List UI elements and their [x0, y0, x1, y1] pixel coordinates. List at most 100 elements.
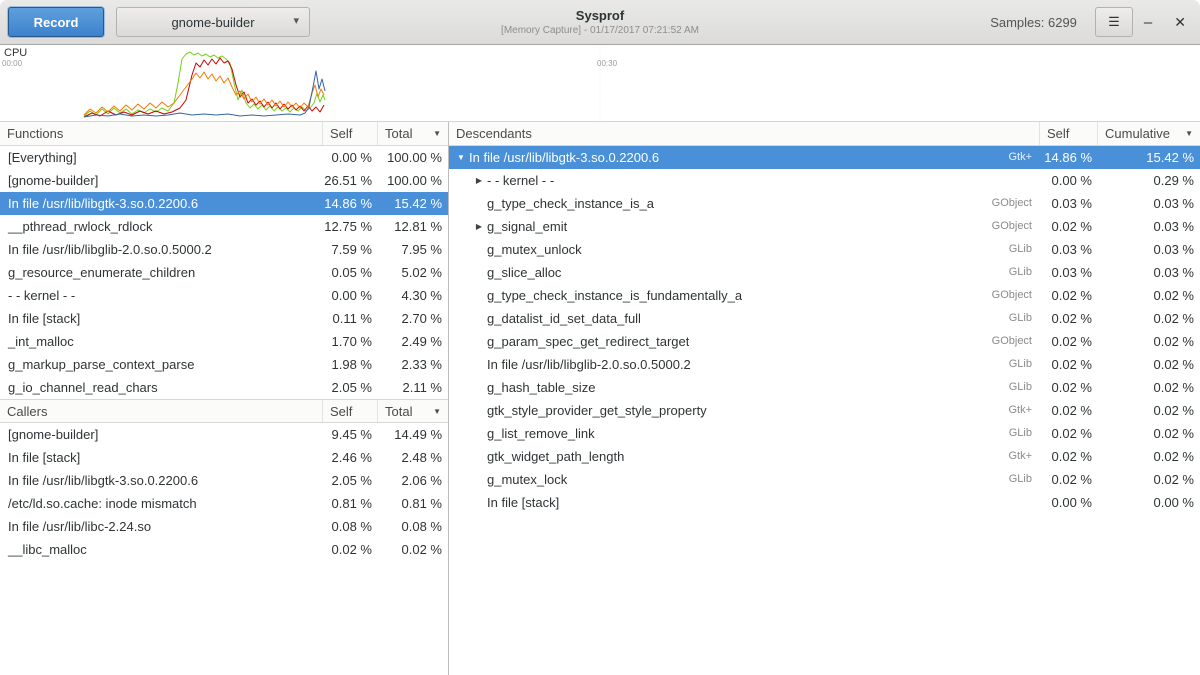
function-name: In file /usr/lib/libglib-2.0.so.0.5000.2 — [487, 353, 691, 376]
tree-row[interactable]: ▶g_signal_emitGObject0.02 %0.03 % — [449, 215, 1200, 238]
functions-table-header: Functions Self Total ▼ — [0, 122, 448, 146]
table-row[interactable]: [gnome-builder]9.45 %14.49 % — [0, 423, 448, 446]
self-value: 2.05 % — [323, 469, 378, 492]
table-row[interactable]: g_resource_enumerate_children0.05 %5.02 … — [0, 261, 448, 284]
tree-row[interactable]: g_mutex_lockGLib0.02 %0.02 % — [449, 468, 1200, 491]
column-header-cumulative-label: Cumulative — [1105, 122, 1170, 145]
function-name: _int_malloc — [0, 330, 323, 353]
process-selector-dropdown[interactable]: gnome-builder ▾ — [116, 7, 310, 37]
table-row[interactable]: - - kernel - -0.00 %4.30 % — [0, 284, 448, 307]
self-value: 14.86 % — [323, 192, 378, 215]
self-value: 0.00 % — [1040, 491, 1098, 514]
table-row[interactable]: /etc/ld.so.cache: inode mismatch0.81 %0.… — [0, 492, 448, 515]
time-label-mid: 00:30 — [597, 59, 617, 68]
tree-row[interactable]: g_type_check_instance_is_fundamentally_a… — [449, 284, 1200, 307]
table-row[interactable]: g_markup_parse_context_parse1.98 %2.33 % — [0, 353, 448, 376]
function-name: g_signal_emit — [487, 215, 567, 238]
minimize-button[interactable]: – — [1133, 14, 1163, 31]
function-name: In file /usr/lib/libglib-2.0.so.0.5000.2 — [0, 238, 323, 261]
menu-button[interactable]: ☰ — [1095, 7, 1133, 37]
column-header-self[interactable]: Self — [1040, 122, 1098, 145]
table-row[interactable]: In file [stack]2.46 %2.48 % — [0, 446, 448, 469]
function-name: In file /usr/lib/libgtk-3.so.0.2200.6 — [0, 469, 323, 492]
process-selector-label: gnome-builder — [171, 15, 254, 30]
expander-collapsed-icon[interactable]: ▶ — [471, 215, 487, 238]
table-row[interactable]: In file /usr/lib/libc-2.24.so0.08 %0.08 … — [0, 515, 448, 538]
headerbar-left-group: Record gnome-builder ▾ — [8, 7, 310, 37]
self-value: 2.46 % — [323, 446, 378, 469]
close-button[interactable]: ✕ — [1163, 14, 1192, 31]
self-value: 0.02 % — [1040, 330, 1098, 353]
tree-row[interactable]: gtk_widget_path_lengthGtk+0.02 %0.02 % — [449, 445, 1200, 468]
tree-row[interactable]: g_slice_allocGLib0.03 %0.03 % — [449, 261, 1200, 284]
function-name: g_hash_table_size — [487, 376, 595, 399]
record-button[interactable]: Record — [8, 7, 104, 37]
cumulative-value: 0.02 % — [1098, 330, 1200, 353]
headerbar: Record gnome-builder ▾ Sysprof [Memory C… — [0, 0, 1200, 45]
self-value: 2.05 % — [323, 376, 378, 399]
column-header-total-label: Total — [385, 122, 412, 145]
table-row[interactable]: __pthread_rwlock_rdlock12.75 %12.81 % — [0, 215, 448, 238]
cumulative-value: 15.42 % — [1098, 146, 1200, 169]
table-row[interactable]: g_io_channel_read_chars2.05 %2.11 % — [0, 376, 448, 399]
self-value: 0.03 % — [1040, 192, 1098, 215]
column-header-total[interactable]: Total ▼ — [378, 122, 448, 145]
cpu-label: CPU — [4, 47, 27, 59]
cpu-series-blue — [84, 71, 325, 117]
function-name: [gnome-builder] — [0, 423, 323, 446]
table-row[interactable]: _int_malloc1.70 %2.49 % — [0, 330, 448, 353]
self-value: 0.02 % — [1040, 399, 1098, 422]
column-header-functions[interactable]: Functions — [0, 122, 323, 145]
cumulative-value: 0.02 % — [1098, 376, 1200, 399]
cpu-series-red — [84, 58, 324, 117]
function-name: [gnome-builder] — [0, 169, 323, 192]
function-name-cell: ▶- - kernel - - — [449, 169, 968, 192]
column-header-descendants[interactable]: Descendants — [449, 122, 1040, 145]
self-value: 0.02 % — [1040, 445, 1098, 468]
tree-row[interactable]: g_param_spec_get_redirect_targetGObject0… — [449, 330, 1200, 353]
column-header-cumulative[interactable]: Cumulative ▼ — [1098, 122, 1200, 145]
tree-row[interactable]: g_list_remove_linkGLib0.02 %0.02 % — [449, 422, 1200, 445]
cumulative-value: 0.03 % — [1098, 238, 1200, 261]
table-row[interactable]: In file /usr/lib/libglib-2.0.so.0.5000.2… — [0, 238, 448, 261]
table-row[interactable]: [Everything]0.00 %100.00 % — [0, 146, 448, 169]
tree-row[interactable]: g_mutex_unlockGLib0.03 %0.03 % — [449, 238, 1200, 261]
tree-row[interactable]: g_datalist_id_set_data_fullGLib0.02 %0.0… — [449, 307, 1200, 330]
callers-table-header: Callers Self Total ▼ — [0, 399, 448, 423]
category-label: GLib — [968, 468, 1040, 491]
tree-row[interactable]: In file /usr/lib/libglib-2.0.so.0.5000.2… — [449, 353, 1200, 376]
cpu-timeline[interactable]: CPU 00:00 00:30 — [0, 45, 1200, 122]
function-name: /etc/ld.so.cache: inode mismatch — [0, 492, 323, 515]
self-value: 1.98 % — [323, 353, 378, 376]
tree-row[interactable]: In file [stack]0.00 %0.00 % — [449, 491, 1200, 514]
column-header-total[interactable]: Total ▼ — [378, 400, 448, 422]
column-header-self[interactable]: Self — [323, 400, 378, 422]
table-row[interactable]: In file [stack]0.11 %2.70 % — [0, 307, 448, 330]
self-value: 0.02 % — [1040, 468, 1098, 491]
tree-row[interactable]: ▼In file /usr/lib/libgtk-3.so.0.2200.6Gt… — [449, 146, 1200, 169]
column-header-callers[interactable]: Callers — [0, 400, 323, 422]
total-value: 2.48 % — [378, 446, 448, 469]
category-label: GLib — [968, 422, 1040, 445]
tree-row[interactable]: g_hash_table_sizeGLib0.02 %0.02 % — [449, 376, 1200, 399]
expander-expanded-icon[interactable]: ▼ — [453, 146, 469, 169]
tree-row[interactable]: g_type_check_instance_is_aGObject0.03 %0… — [449, 192, 1200, 215]
tree-row[interactable]: ▶- - kernel - -0.00 %0.29 % — [449, 169, 1200, 192]
function-name: g_resource_enumerate_children — [0, 261, 323, 284]
function-name: gtk_widget_path_length — [487, 445, 624, 468]
total-value: 15.42 % — [378, 192, 448, 215]
cumulative-value: 0.29 % — [1098, 169, 1200, 192]
function-name-cell: g_hash_table_size — [449, 376, 968, 399]
function-name: g_mutex_unlock — [487, 238, 582, 261]
function-name-cell: In file /usr/lib/libglib-2.0.so.0.5000.2 — [449, 353, 968, 376]
table-row[interactable]: __libc_malloc0.02 %0.02 % — [0, 538, 448, 561]
function-name-cell: gtk_widget_path_length — [449, 445, 968, 468]
function-name: __pthread_rwlock_rdlock — [0, 215, 323, 238]
table-row[interactable]: In file /usr/lib/libgtk-3.so.0.2200.62.0… — [0, 469, 448, 492]
tree-row[interactable]: gtk_style_provider_get_style_propertyGtk… — [449, 399, 1200, 422]
expander-collapsed-icon[interactable]: ▶ — [471, 169, 487, 192]
table-row[interactable]: In file /usr/lib/libgtk-3.so.0.2200.614.… — [0, 192, 448, 215]
category-label: Gtk+ — [968, 146, 1040, 169]
table-row[interactable]: [gnome-builder]26.51 %100.00 % — [0, 169, 448, 192]
column-header-self[interactable]: Self — [323, 122, 378, 145]
